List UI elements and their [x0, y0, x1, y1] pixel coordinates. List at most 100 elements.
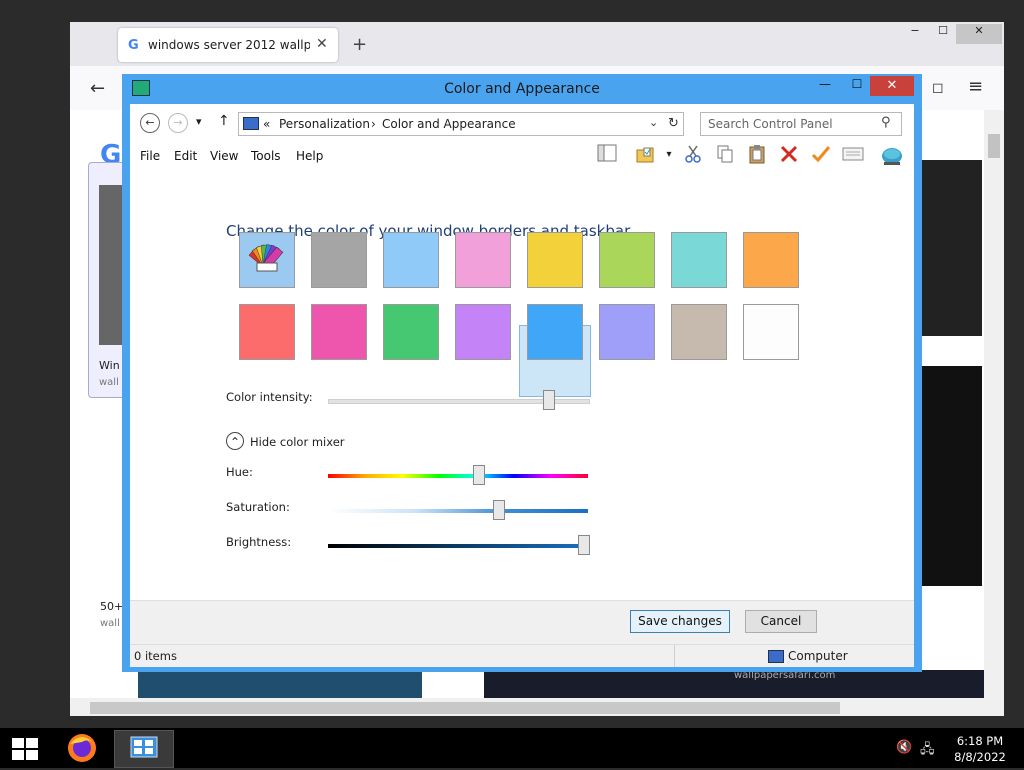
address-dropdown-icon[interactable]: ⌄ — [649, 116, 658, 129]
folder-options-icon[interactable] — [634, 144, 656, 166]
paste-icon[interactable] — [746, 144, 768, 166]
color-swatch[interactable] — [743, 304, 799, 360]
color-appearance-window: Color and Appearance — ☐ ✕ ← → ▾ ↑ « Per… — [122, 74, 922, 672]
result-source: wall — [99, 377, 119, 388]
saturation-label: Saturation: — [226, 500, 290, 514]
pocket-icon[interactable]: ◻ — [932, 80, 944, 96]
windows-logo-icon — [12, 738, 38, 760]
search-icon[interactable]: ⚲ — [881, 115, 891, 130]
network-icon[interactable]: 🖧 — [920, 740, 935, 762]
layout-pane-icon[interactable] — [596, 144, 618, 166]
color-swatch[interactable] — [527, 232, 583, 288]
color-swatch[interactable] — [599, 304, 655, 360]
recent-pages-dropdown[interactable]: ▾ — [196, 115, 202, 128]
browser-horizontal-scrollbar[interactable] — [70, 698, 1004, 716]
window-client-area: ← → ▾ ↑ « Personalization › Color and Ap… — [130, 104, 914, 667]
taskbar-clock[interactable]: 6:18 PM 8/8/2022 — [950, 733, 1010, 765]
cut-icon[interactable] — [682, 144, 704, 166]
color-swatch[interactable] — [599, 232, 655, 288]
result-thumbnail — [918, 160, 982, 336]
color-swatch[interactable] — [671, 304, 727, 360]
hide-color-mixer-link[interactable]: Hide color mixer — [250, 435, 345, 449]
color-swatch[interactable] — [239, 304, 295, 360]
minimize-button[interactable]: — — [812, 77, 838, 95]
breadcrumb-personalization[interactable]: Personalization — [279, 117, 370, 131]
cancel-button[interactable]: Cancel — [745, 610, 817, 633]
breadcrumb-overflow[interactable]: « — [263, 117, 270, 131]
folder-options-dropdown-icon[interactable]: ▾ — [658, 144, 680, 166]
automatic-color-swatch[interactable] — [239, 232, 295, 288]
window-titlebar[interactable]: Color and Appearance — ☐ ✕ — [122, 74, 922, 104]
clock-time: 6:18 PM — [956, 734, 1004, 748]
hue-track[interactable] — [328, 474, 588, 478]
volume-muted-icon[interactable]: 🔇 — [896, 740, 912, 755]
color-swatch[interactable] — [383, 304, 439, 360]
properties-sheet-icon[interactable] — [842, 144, 864, 166]
color-intensity-slider-thumb[interactable] — [543, 390, 555, 410]
saturation-track[interactable] — [328, 509, 588, 513]
refresh-icon[interactable]: ↻ — [668, 116, 679, 131]
forward-button[interactable]: → — [168, 113, 188, 133]
status-location: Computer — [788, 649, 848, 663]
result-thumbnail — [138, 670, 422, 698]
color-swatch[interactable] — [743, 232, 799, 288]
browser-tab-title: windows server 2012 wallpaper — [148, 38, 310, 52]
browser-tab[interactable]: G windows server 2012 wallpaper ✕ — [118, 28, 338, 62]
close-button[interactable]: ✕ — [870, 76, 914, 96]
color-intensity-label: Color intensity: — [226, 390, 313, 404]
copy-icon[interactable] — [714, 144, 736, 166]
menu-file[interactable]: File — [140, 149, 160, 163]
color-swatch[interactable] — [383, 232, 439, 288]
status-separator — [674, 645, 675, 667]
search-placeholder: Search Control Panel — [708, 117, 833, 131]
start-button[interactable] — [12, 738, 38, 760]
breadcrumb-color-appearance[interactable]: Color and Appearance — [382, 117, 516, 131]
browser-vertical-scrollbar[interactable] — [984, 110, 1004, 698]
browser-close-button[interactable]: ✕ — [956, 24, 1002, 44]
back-button[interactable]: ← — [140, 113, 160, 133]
browser-back-icon[interactable]: ← — [90, 78, 105, 99]
brightness-label: Brightness: — [226, 535, 292, 549]
menu-view[interactable]: View — [210, 149, 238, 163]
control-panel-taskbar-button[interactable] — [114, 730, 174, 768]
hue-label: Hue: — [226, 465, 253, 479]
taskbar: 🔇 🖧 6:18 PM 8/8/2022 — [0, 728, 1024, 768]
result-title: 50+ — [100, 600, 124, 613]
color-swatch[interactable] — [311, 304, 367, 360]
color-swatch[interactable] — [311, 232, 367, 288]
collapse-mixer-icon[interactable]: ⌃ — [226, 432, 244, 450]
up-button[interactable]: ↑ — [218, 113, 230, 129]
color-swatch[interactable] — [455, 232, 511, 288]
menu-tools[interactable]: Tools — [251, 149, 281, 163]
globe-icon[interactable] — [880, 144, 902, 166]
properties-check-icon[interactable] — [810, 144, 832, 166]
hue-slider-thumb[interactable] — [473, 465, 485, 485]
scrollbar-thumb[interactable] — [90, 702, 840, 714]
menu-help[interactable]: Help — [296, 149, 323, 163]
result-source: wall — [100, 618, 120, 629]
firefox-taskbar-button[interactable] — [60, 730, 104, 766]
browser-menu-icon[interactable]: ≡ — [968, 76, 983, 97]
delete-icon[interactable] — [778, 144, 800, 166]
saturation-slider-thumb[interactable] — [493, 500, 505, 520]
brightness-slider-thumb[interactable] — [578, 535, 590, 555]
tab-close-icon[interactable]: ✕ — [316, 36, 328, 52]
dialog-footer: Save changes Cancel — [130, 600, 914, 645]
brightness-track[interactable] — [328, 544, 588, 548]
menu-edit[interactable]: Edit — [174, 149, 197, 163]
color-swatch[interactable] — [527, 304, 583, 360]
scrollbar-thumb[interactable] — [988, 134, 1000, 158]
color-palette-icon — [248, 244, 284, 272]
color-swatch[interactable] — [671, 232, 727, 288]
new-tab-button[interactable]: + — [352, 34, 367, 55]
result-thumbnail — [918, 366, 982, 586]
breadcrumb-separator: › — [371, 117, 376, 131]
maximize-button[interactable]: ☐ — [844, 77, 870, 95]
address-bar[interactable]: « Personalization › Color and Appearance… — [238, 112, 684, 136]
result-title: Win — [99, 359, 120, 372]
search-box[interactable]: Search Control Panel ⚲ — [700, 112, 902, 136]
clock-date: 8/8/2022 — [954, 750, 1006, 764]
color-swatch[interactable] — [455, 304, 511, 360]
save-changes-button[interactable]: Save changes — [630, 610, 730, 633]
browser-tabbar: G windows server 2012 wallpaper ✕ + − ☐ … — [70, 22, 1004, 66]
